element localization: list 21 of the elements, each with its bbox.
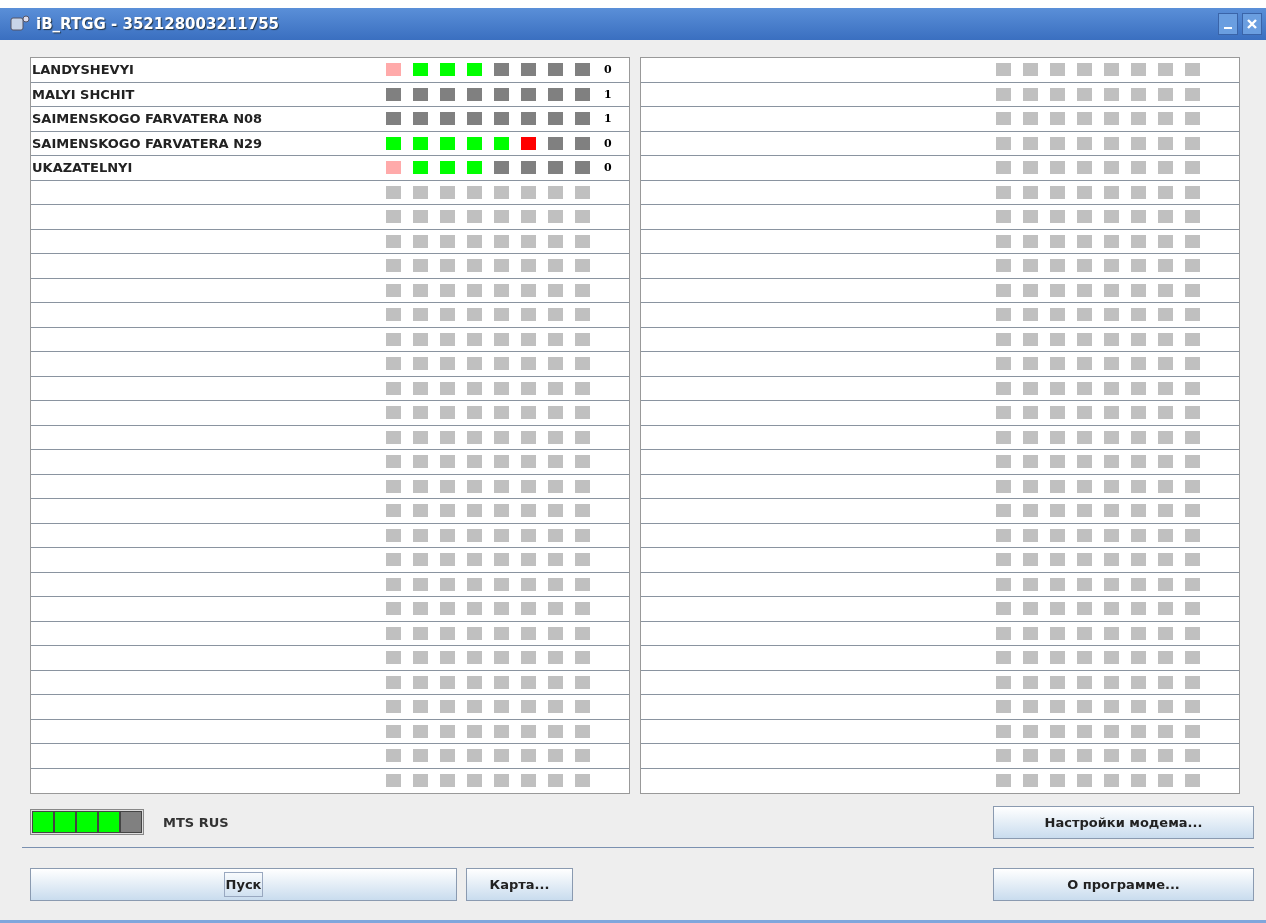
- modem-settings-button[interactable]: Настройки модема...: [993, 805, 1254, 839]
- count-label: 0: [604, 63, 612, 77]
- window-title: iB_RTGG - 352128003211755: [36, 15, 280, 33]
- station-name: LANDYSHEVYI: [32, 62, 135, 78]
- station-name: UKAZATELNYI: [32, 160, 134, 176]
- close-icon: [1247, 19, 1257, 29]
- station-name: MALYI SHCHIT: [32, 86, 136, 102]
- minimize-icon: [1224, 27, 1232, 29]
- station-name: SAIMENSKOGO FARVATERA N08: [32, 111, 264, 127]
- operator-name: MTS RUS: [163, 814, 229, 830]
- count-label: 0: [604, 161, 612, 175]
- app-icon: [10, 15, 30, 33]
- count-label: 1: [604, 87, 612, 101]
- count-label: 1: [604, 112, 612, 126]
- minimize-button[interactable]: [1218, 13, 1238, 35]
- map-button[interactable]: Карта...: [466, 868, 573, 901]
- about-button[interactable]: О программе...: [993, 868, 1254, 901]
- station-name: SAIMENSKOGO FARVATERA N29: [32, 135, 264, 151]
- count-label: 0: [604, 136, 612, 150]
- close-button[interactable]: [1242, 13, 1262, 35]
- start-button[interactable]: Пуск: [30, 868, 457, 901]
